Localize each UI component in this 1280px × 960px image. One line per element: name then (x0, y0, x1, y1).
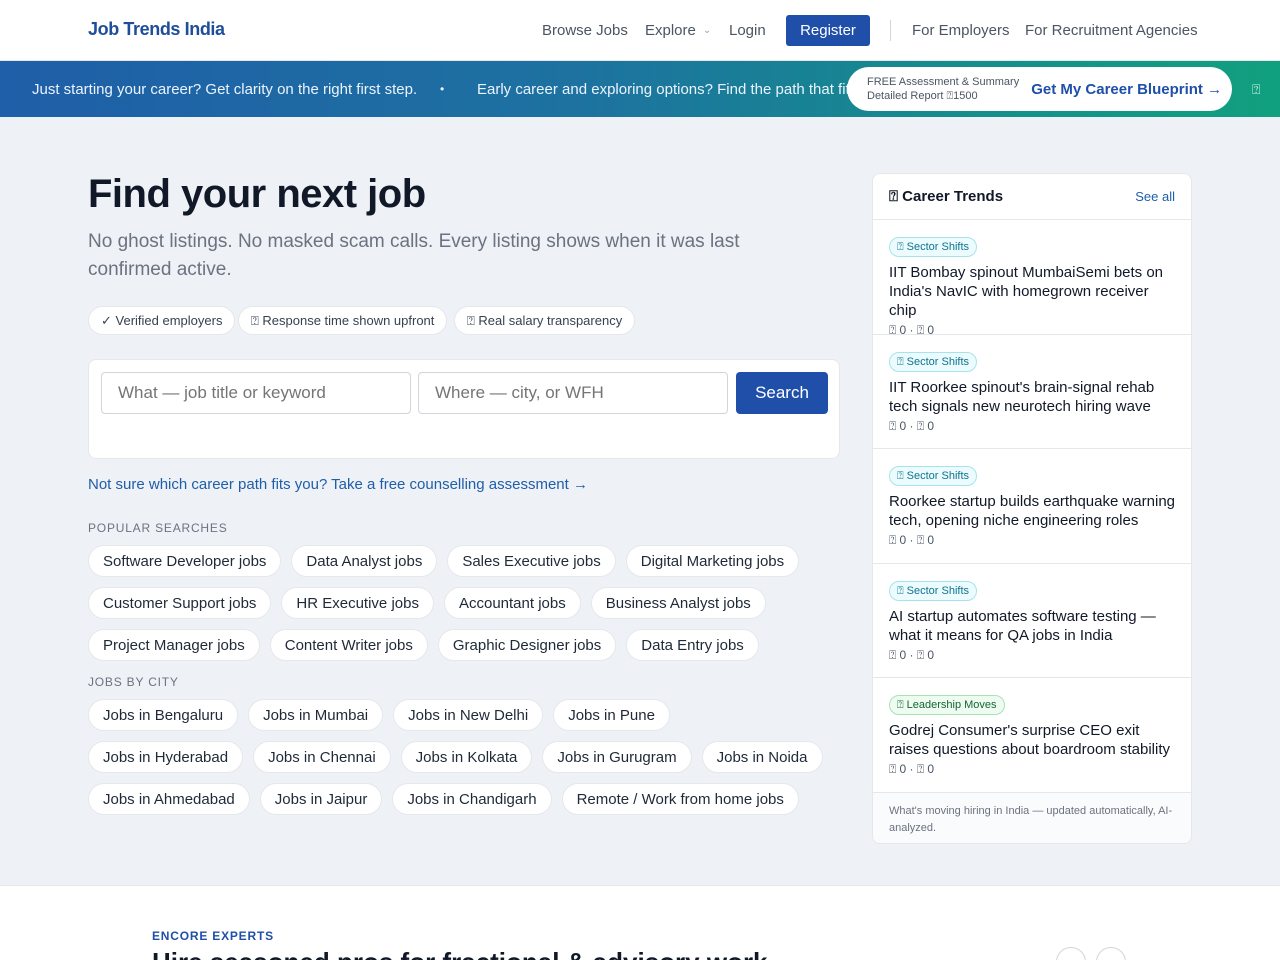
trend-meta: ⍰ 0 · ⍰ 0 (889, 762, 935, 777)
location-input[interactable] (418, 372, 728, 414)
trend-item[interactable]: ⍰ Sector Shifts AI startup automates sof… (873, 564, 1191, 679)
career-blueprint-button[interactable]: FREE Assessment & Summary Detailed Repor… (847, 67, 1232, 111)
city-chip[interactable]: Jobs in Ahmedabad (88, 783, 250, 815)
counselling-assessment-link[interactable]: Not sure which career path fits you? Tak… (88, 476, 588, 493)
site-header: Job Trends India Browse Jobs Explore ⌄ L… (0, 0, 1280, 61)
nav-divider (890, 20, 891, 41)
nav-explore-label: Explore (645, 21, 696, 39)
trend-tag: ⍰ Sector Shifts (889, 580, 978, 601)
trend-title: AI startup automates software testing — … (889, 607, 1156, 644)
popular-searches-list: Software Developer jobs Data Analyst job… (88, 545, 828, 661)
popular-search-chip[interactable]: Sales Executive jobs (447, 545, 616, 577)
popular-search-chip[interactable]: Accountant jobs (443, 587, 581, 619)
trust-badge-response-time: ⍰ Response time shown upfront (238, 306, 448, 335)
trend-title: Godrej Consumer's surprise CEO exit rais… (889, 722, 1170, 759)
register-button[interactable]: Register (786, 15, 870, 46)
city-chip[interactable]: Jobs in Kolkata (400, 741, 533, 773)
city-chip[interactable]: Jobs in Chennai (253, 741, 391, 773)
carousel-next-button[interactable] (1096, 947, 1126, 960)
encore-eyebrow: ENCORE EXPERTS (152, 929, 274, 943)
encore-experts-section: ENCORE EXPERTS Hire seasoned pros for fr… (0, 885, 1280, 960)
trend-item[interactable]: ⍰ Sector Shifts IIT Bombay spinout Mumba… (873, 220, 1191, 337)
see-all-link[interactable]: See all (1135, 189, 1175, 204)
career-trends-panel: ⍰ Career Trends See all ⍰ Sector Shifts … (872, 173, 1192, 844)
search-button[interactable]: Search (736, 372, 828, 414)
popular-searches-label: POPULAR SEARCHES (88, 521, 228, 535)
career-trends-title: ⍰ Career Trends (889, 188, 1004, 205)
trend-title: IIT Roorkee spinout's brain-signal rehab… (889, 378, 1155, 415)
nav-for-employers[interactable]: For Employers (912, 0, 1010, 60)
popular-search-chip[interactable]: Graphic Designer jobs (437, 629, 617, 661)
jobs-by-city-label: JOBS BY CITY (88, 675, 179, 689)
chevron-down-icon: ⌄ (702, 24, 712, 36)
trend-tag: ⍰ Leadership Moves (889, 695, 1005, 716)
city-chip[interactable]: Jobs in New Delhi (393, 699, 544, 731)
popular-search-chip[interactable]: Content Writer jobs (269, 629, 428, 661)
trend-title: IIT Bombay spinout MumbaiSemi bets on In… (889, 264, 1164, 319)
cta-offer-text: FREE Assessment & Summary Detailed Repor… (867, 75, 1019, 103)
trend-item[interactable]: ⍰ Leadership Moves Godrej Consumer's sur… (873, 678, 1191, 793)
career-trends-header: ⍰ Career Trends See all (873, 174, 1191, 220)
banner-message-2: Early career and exploring options? Find… (477, 80, 890, 98)
trend-item[interactable]: ⍰ Sector Shifts IIT Roorkee spinout's br… (873, 335, 1191, 450)
trust-badge-verified: ✓ Verified employers (88, 306, 236, 335)
site-logo[interactable]: Job Trends India (88, 19, 225, 40)
nav-browse-jobs[interactable]: Browse Jobs (542, 0, 628, 60)
page-title: Find your next job (88, 172, 426, 216)
trust-badge-salary: ⍰ Real salary transparency (454, 306, 636, 335)
nav-explore[interactable]: Explore ⌄ (645, 0, 711, 60)
nav-for-agencies[interactable]: For Recruitment Agencies (1025, 0, 1198, 60)
banner-separator: • (440, 82, 445, 96)
city-chip[interactable]: Jobs in Noida (701, 741, 823, 773)
cta-offer-line-2: Detailed Report ⍰1500 (867, 90, 978, 102)
popular-search-chip[interactable]: Customer Support jobs (88, 587, 272, 619)
popular-search-chip[interactable]: Business Analyst jobs (590, 587, 766, 619)
trend-tag: ⍰ Sector Shifts (889, 466, 978, 487)
trend-meta: ⍰ 0 · ⍰ 0 (889, 533, 935, 548)
trend-tag: ⍰ Sector Shifts (889, 351, 978, 372)
trend-meta: ⍰ 0 · ⍰ 0 (889, 418, 935, 433)
popular-search-chip[interactable]: Data Analyst jobs (291, 545, 438, 577)
search-card: Search (88, 359, 840, 459)
carousel-prev-button[interactable] (1056, 947, 1086, 960)
city-chip[interactable]: Jobs in Mumbai (248, 699, 384, 731)
city-chip[interactable]: Jobs in Chandigarh (392, 783, 552, 815)
jobs-by-city-list: Jobs in Bengaluru Jobs in Mumbai Jobs in… (88, 699, 828, 815)
cta-offer-line-1: FREE Assessment & Summary (867, 76, 1020, 88)
close-icon[interactable]: ⍰ (1252, 81, 1260, 98)
city-chip[interactable]: Remote / Work from home jobs (561, 783, 799, 815)
city-chip[interactable]: Jobs in Bengaluru (88, 699, 239, 731)
trend-meta: ⍰ 0 · ⍰ 0 (889, 647, 935, 662)
trend-tag: ⍰ Sector Shifts (889, 237, 978, 257)
popular-search-chip[interactable]: Digital Marketing jobs (625, 545, 800, 577)
career-trends-footer: What's moving hiring in India — updated … (873, 792, 1191, 843)
trend-item[interactable]: ⍰ Sector Shifts Roorkee startup builds e… (873, 449, 1191, 564)
city-chip[interactable]: Jobs in Hyderabad (88, 741, 244, 773)
job-keyword-input[interactable] (101, 372, 411, 414)
nav-login[interactable]: Login (729, 0, 766, 60)
trend-title: Roorkee startup builds earthquake warnin… (889, 493, 1176, 530)
page-subtitle: No ghost listings. No masked scam calls.… (88, 231, 740, 280)
encore-title: Hire seasoned pros for fractional & advi… (152, 947, 768, 960)
city-chip[interactable]: Jobs in Pune (553, 699, 670, 731)
popular-search-chip[interactable]: Project Manager jobs (88, 629, 260, 661)
city-chip[interactable]: Jobs in Gurugram (542, 741, 692, 773)
popular-search-chip[interactable]: HR Executive jobs (281, 587, 434, 619)
promo-banner: Just starting your career? Get clarity o… (0, 61, 1280, 117)
banner-message-1: Just starting your career? Get clarity o… (32, 80, 418, 98)
cta-label: Get My Career Blueprint → (1031, 80, 1223, 98)
city-chip[interactable]: Jobs in Jaipur (259, 783, 383, 815)
popular-search-chip[interactable]: Software Developer jobs (88, 545, 282, 577)
popular-search-chip[interactable]: Data Entry jobs (626, 629, 759, 661)
